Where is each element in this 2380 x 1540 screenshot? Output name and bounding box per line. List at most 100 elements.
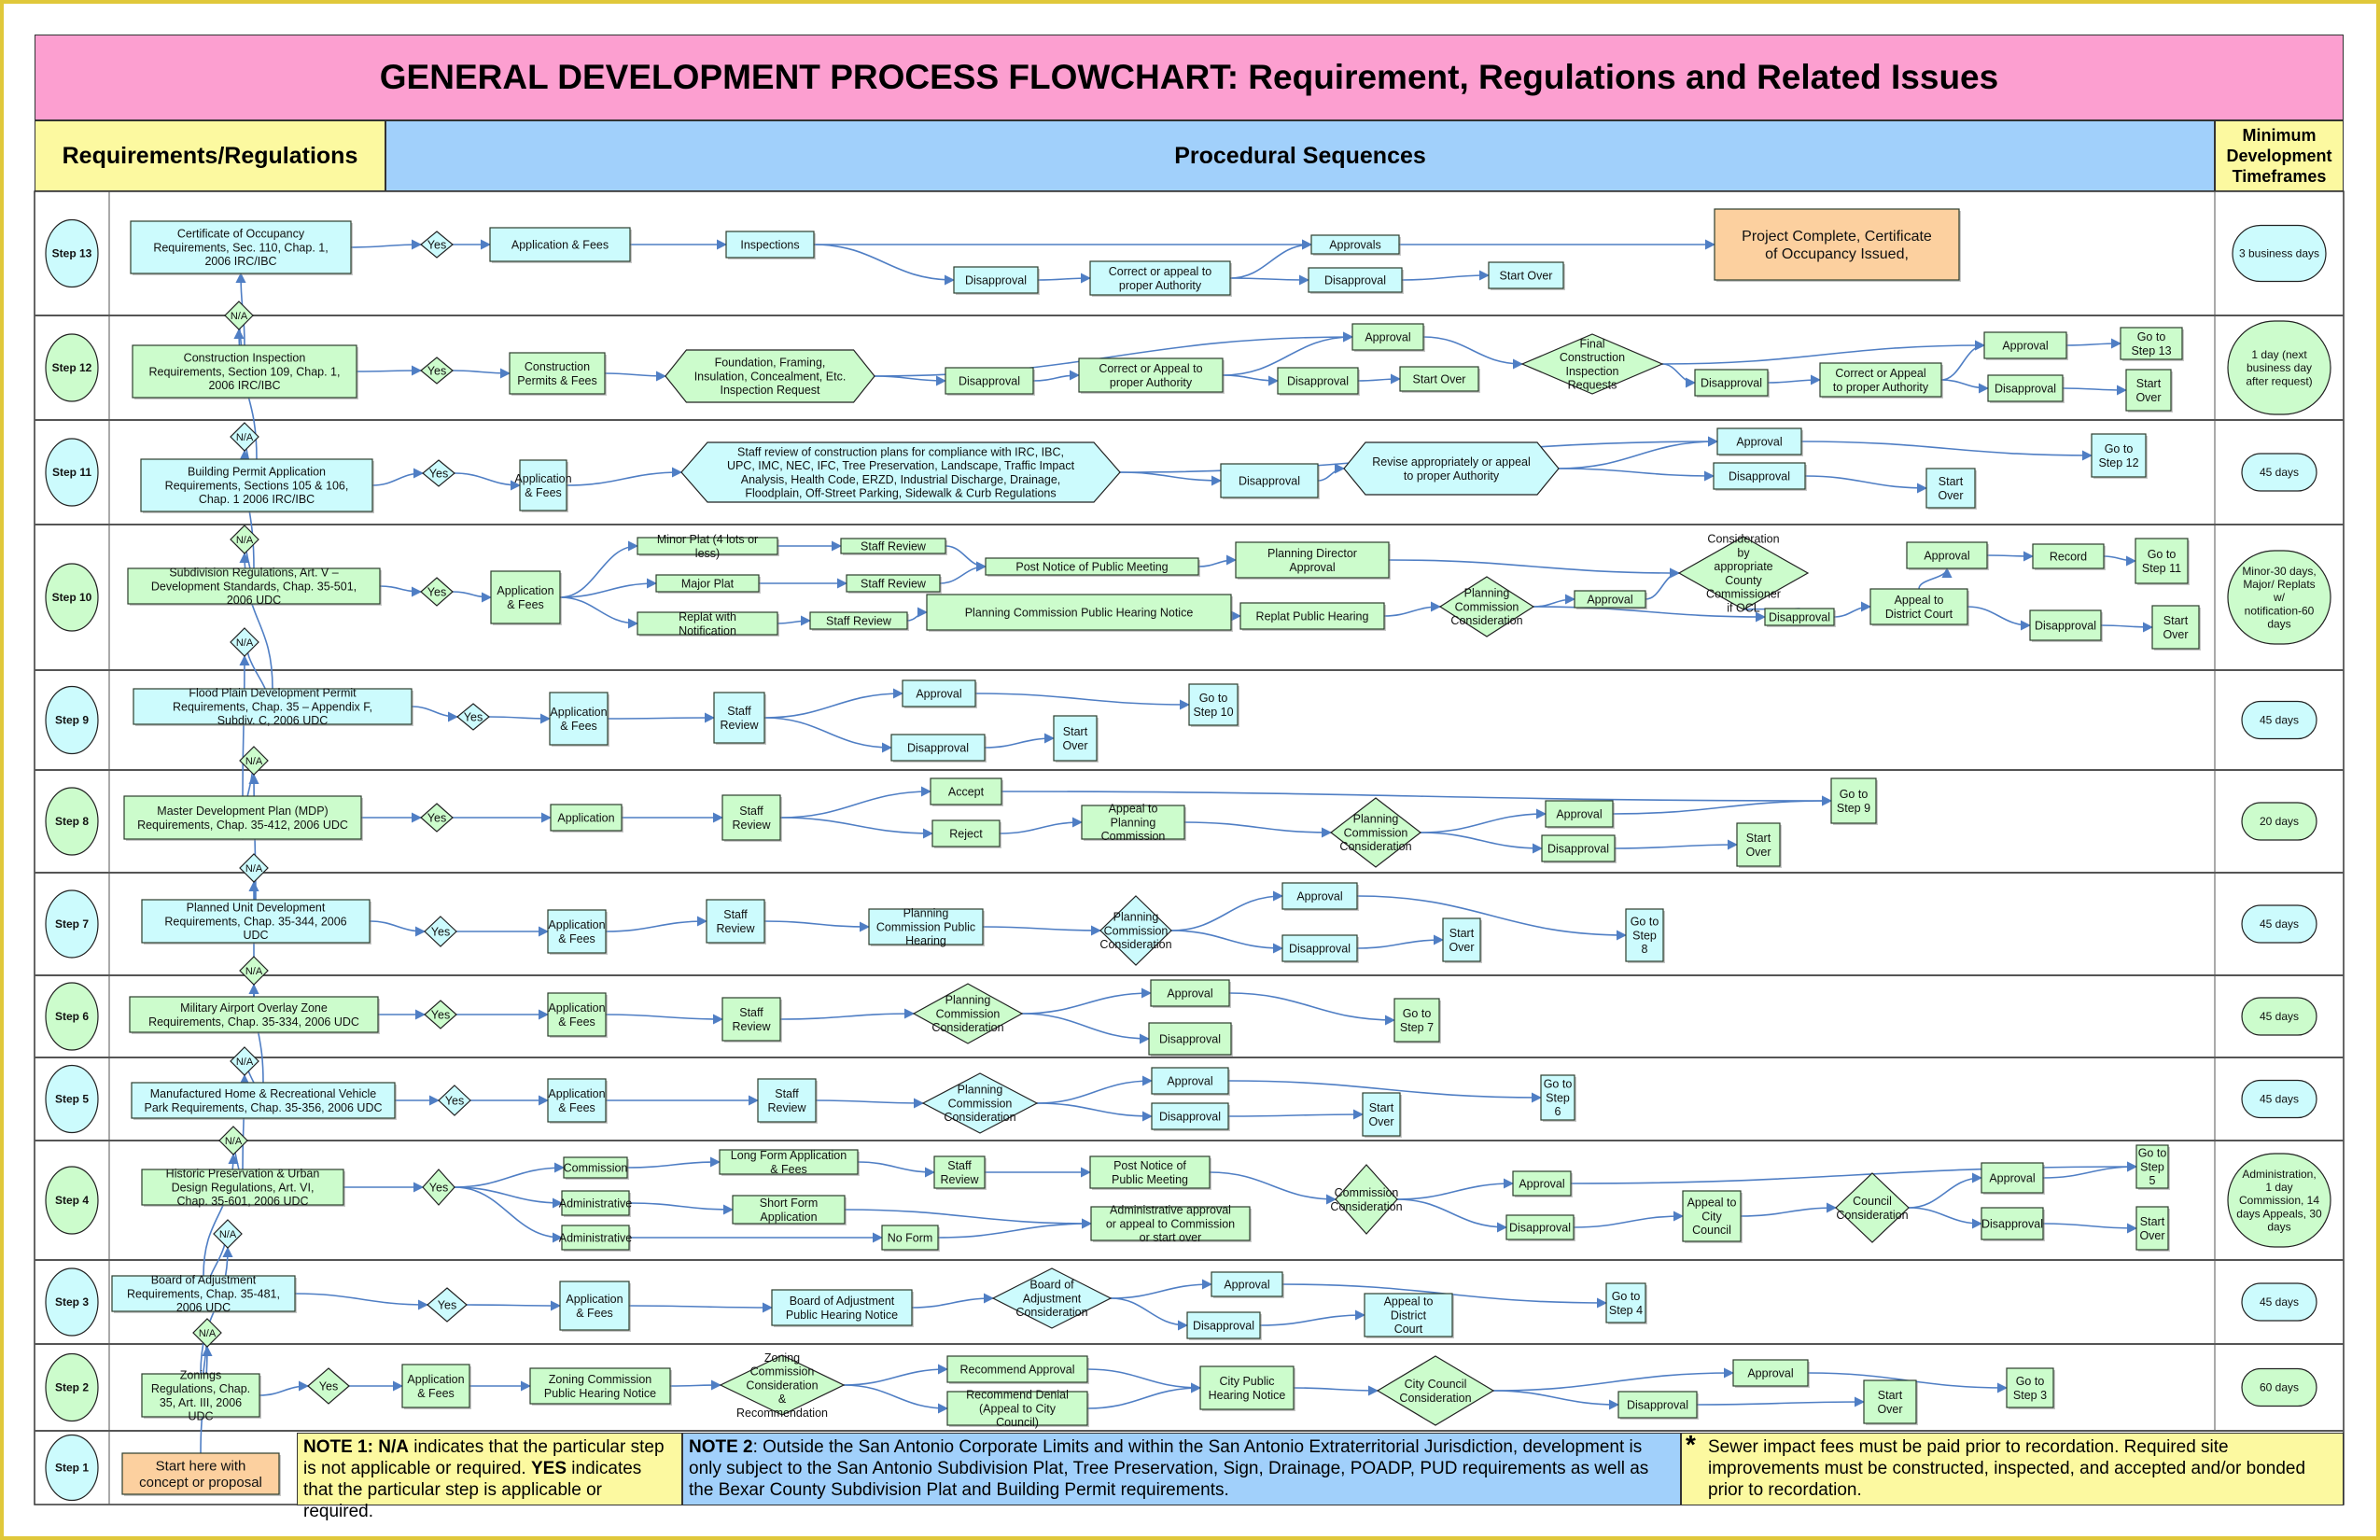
- timeframe-badge[interactable]: 45 days: [2241, 700, 2317, 740]
- step-badge-step-9[interactable]: Step 9: [45, 685, 99, 755]
- process-box[interactable]: Correct or Appeal to proper Authority: [1819, 362, 1943, 399]
- commission-decision[interactable]: Commission Consideration: [1330, 1164, 1403, 1235]
- process-box[interactable]: Application & Fees: [547, 1078, 608, 1124]
- requirement-box[interactable]: Planned Unit Development Requirements, Ch…: [141, 899, 371, 945]
- process-box[interactable]: Staff Review: [706, 899, 766, 945]
- process-box[interactable]: Board of Adjustment Public Hearing Notice: [771, 1289, 914, 1327]
- step-badge-step-5[interactable]: Step 5: [45, 1064, 99, 1134]
- disapproval-box[interactable]: Disapproval: [1148, 1022, 1233, 1057]
- process-box[interactable]: Staff Review: [840, 538, 947, 555]
- process-box[interactable]: Application: [550, 804, 623, 833]
- requirement-box[interactable]: Certificate of Occupancy Requirements, Se…: [130, 220, 353, 275]
- process-box[interactable]: Zoning Commission Public Hearing Notice: [529, 1367, 672, 1406]
- project-complete-box[interactable]: Project Complete, Certificate of Occupanc…: [1714, 208, 1961, 282]
- approval-box[interactable]: Approval: [1150, 979, 1231, 1008]
- planning-commission-decision[interactable]: Planning Commission Consideration: [912, 983, 1024, 1044]
- na-decision[interactable]: N/A: [192, 1318, 222, 1348]
- process-box[interactable]: Planning Commission Public Hearing: [868, 907, 985, 948]
- approval-box[interactable]: Approval: [1716, 427, 1803, 456]
- start-here-box[interactable]: Start here with concept or proposal: [121, 1452, 281, 1496]
- na-decision[interactable]: N/A: [230, 525, 259, 554]
- na-decision[interactable]: N/A: [224, 301, 254, 330]
- process-box[interactable]: Staff Review: [721, 997, 782, 1043]
- zoning-commission-decision[interactable]: Zoning Commission Consideration & Recommenda…: [719, 1351, 846, 1420]
- approval-box[interactable]: Approval: [1211, 1271, 1284, 1298]
- start-over-box[interactable]: Start Over: [1442, 917, 1482, 963]
- step-badge-step-13[interactable]: Step 13: [45, 218, 99, 288]
- yes-decision[interactable]: Yes: [438, 1085, 471, 1116]
- start-over-box[interactable]: Start Over: [1863, 1379, 1918, 1425]
- approval-box[interactable]: Approval: [1151, 1067, 1230, 1096]
- approval-box[interactable]: Approval: [1574, 590, 1647, 609]
- process-box[interactable]: Recommend Denial (Appeal to City Council): [946, 1389, 1089, 1430]
- na-decision[interactable]: N/A: [230, 1046, 259, 1076]
- process-box[interactable]: Construction Permits & Fees: [509, 352, 607, 396]
- timeframe-badge[interactable]: Minor-30 days, Major/ Replats w/notificati…: [2227, 550, 2331, 645]
- yes-decision[interactable]: Yes: [420, 231, 454, 259]
- process-box[interactable]: Application & Fees: [489, 227, 632, 263]
- go-to-step-box[interactable]: Go to Step 7: [1393, 998, 1441, 1043]
- process-box[interactable]: No Form: [881, 1225, 940, 1252]
- start-over-box[interactable]: Start Over: [2125, 369, 2173, 413]
- approval-box[interactable]: Approval: [1351, 323, 1425, 352]
- disapproval-box[interactable]: Disapproval: [1281, 934, 1359, 963]
- na-decision[interactable]: N/A: [213, 1219, 243, 1249]
- process-box[interactable]: Staff Review: [809, 611, 909, 631]
- board-of-adjustment-decision[interactable]: Board of Adjustment Consideration: [991, 1267, 1113, 1329]
- disapproval-box[interactable]: Disapproval: [1617, 1391, 1699, 1420]
- yes-decision[interactable]: Yes: [424, 916, 457, 947]
- disapproval-box[interactable]: Disapproval: [1308, 267, 1404, 294]
- disapproval-box[interactable]: Disapproval: [1981, 1207, 2045, 1241]
- approval-box[interactable]: Approval: [1281, 882, 1359, 911]
- process-box[interactable]: Application & Fees: [514, 459, 572, 512]
- planning-commission-decision[interactable]: Planning Commission Consideration: [1330, 797, 1421, 868]
- process-box[interactable]: Planning Commission Public Hearing Notic…: [926, 594, 1233, 632]
- na-decision[interactable]: N/A: [239, 853, 269, 883]
- final-inspection-decision[interactable]: Final Construction Inspection Requests: [1520, 333, 1664, 395]
- start-over-box[interactable]: Start Over: [1362, 1092, 1402, 1138]
- requirement-box[interactable]: Building Permit Application Requirements,…: [140, 458, 374, 513]
- start-over-box[interactable]: Start Over: [2135, 1206, 2170, 1252]
- requirement-box[interactable]: Zonings Regulations, Chap. 35, Art. III, 2…: [141, 1368, 261, 1423]
- process-box[interactable]: Reject: [931, 819, 1001, 848]
- requirement-box[interactable]: Master Development Plan (MDP) Requirement…: [123, 795, 363, 841]
- go-to-step-box[interactable]: Go to Step 3: [2006, 1367, 2055, 1409]
- approval-box[interactable]: Approval: [1981, 1162, 2045, 1195]
- na-decision[interactable]: N/A: [230, 627, 259, 657]
- staff-review-plans[interactable]: Staff review of construction plans for c…: [680, 441, 1121, 503]
- step-badge-step-3[interactable]: Step 3: [45, 1267, 99, 1337]
- go-to-step-box[interactable]: Go to Step 11: [2135, 538, 2190, 585]
- process-box[interactable]: Appeal to District Court: [1869, 588, 1969, 626]
- process-box[interactable]: Replat with Notification: [637, 610, 779, 637]
- start-over-box[interactable]: Start Over: [1399, 366, 1480, 393]
- yes-decision[interactable]: Yes: [422, 459, 455, 487]
- disapproval-box[interactable]: Disapproval: [1694, 369, 1770, 398]
- start-over-box[interactable]: Start Over: [1925, 468, 1977, 510]
- process-box[interactable]: Application & Fees: [547, 992, 608, 1038]
- process-box[interactable]: Administrative: [559, 1225, 633, 1252]
- timeframe-badge[interactable]: 1 day (next business day after request): [2227, 320, 2331, 415]
- approval-box[interactable]: Approval: [1983, 331, 2068, 360]
- start-over-box[interactable]: Start Over: [2151, 605, 2201, 651]
- yes-decision[interactable]: Yes: [420, 803, 454, 833]
- disapproval-box[interactable]: Disapproval: [945, 367, 1035, 396]
- process-box[interactable]: Minor Plat (4 lots or less): [637, 533, 779, 560]
- approval-box[interactable]: Approval: [1906, 541, 1989, 570]
- timeframe-badge[interactable]: 45 days: [2241, 453, 2317, 492]
- county-commissioner-decision[interactable]: Consideration by appropriate County Commissi…: [1677, 533, 1810, 615]
- process-box[interactable]: Commission: [563, 1156, 629, 1180]
- step-badge-step-10[interactable]: Step 10: [45, 563, 99, 632]
- process-box[interactable]: Application & Fees: [547, 909, 608, 955]
- requirement-box[interactable]: Manufactured Home & Recreational Vehicle…: [131, 1082, 397, 1120]
- process-box[interactable]: Application & Fees: [401, 1364, 471, 1409]
- step-badge-step-11[interactable]: Step 11: [45, 438, 99, 507]
- requirement-box[interactable]: Board of Adjustment Requirements, Chap. 3…: [111, 1274, 297, 1315]
- disapproval-box[interactable]: Disapproval: [1764, 608, 1836, 627]
- process-box[interactable]: Correct or appeal to proper Authority: [1089, 260, 1232, 297]
- go-to-step-box[interactable]: Go to Step 9: [1830, 777, 1878, 825]
- process-box[interactable]: Recommend Approval: [946, 1355, 1089, 1384]
- process-box[interactable]: Appeal to District Court: [1364, 1293, 1454, 1338]
- process-box[interactable]: Staff Review: [933, 1155, 987, 1190]
- process-box[interactable]: Replat Public Hearing: [1239, 602, 1386, 631]
- process-box[interactable]: Post Notice of Public Meeting: [985, 557, 1200, 577]
